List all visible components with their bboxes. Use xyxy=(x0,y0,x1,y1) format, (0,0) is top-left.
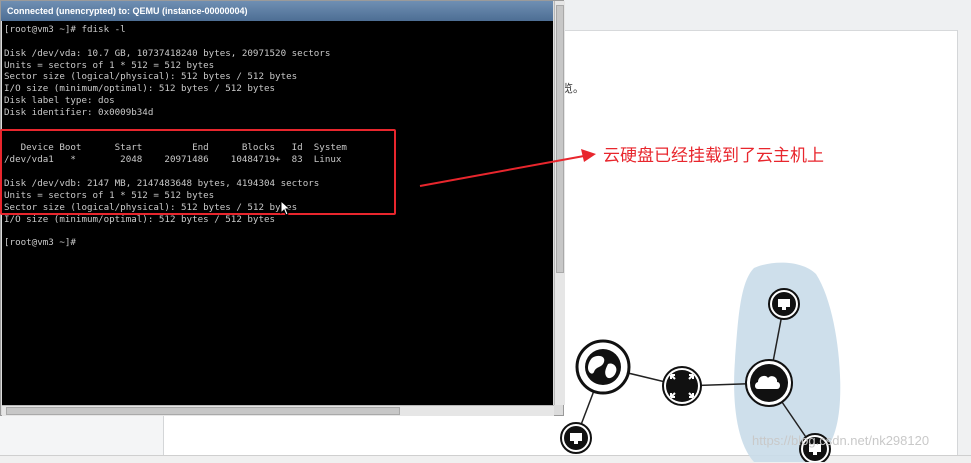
network-topology xyxy=(560,262,841,462)
annotation-label: 云硬盘已经挂载到了云主机上 xyxy=(603,146,824,166)
mouse-cursor-icon xyxy=(280,200,292,216)
watermark-text: https://blog.csdn.net/nk298120 xyxy=(752,433,930,448)
router-icon[interactable] xyxy=(662,366,702,406)
horizontal-scroll-thumb[interactable] xyxy=(6,407,400,415)
console-title: Connected (unencrypted) to: QEMU (instan… xyxy=(1,1,553,21)
horizontal-scrollbar[interactable] xyxy=(2,405,554,416)
annotation-highlight-box xyxy=(0,129,396,215)
background-text-fragment: 览。 xyxy=(562,82,584,95)
vertical-scroll-thumb[interactable] xyxy=(556,5,564,273)
vertical-scrollbar[interactable] xyxy=(554,1,565,405)
monitor-icon[interactable] xyxy=(560,422,592,454)
globe-icon[interactable] xyxy=(575,339,631,395)
monitor-icon[interactable] xyxy=(768,288,800,320)
cloud-icon[interactable] xyxy=(745,359,793,407)
